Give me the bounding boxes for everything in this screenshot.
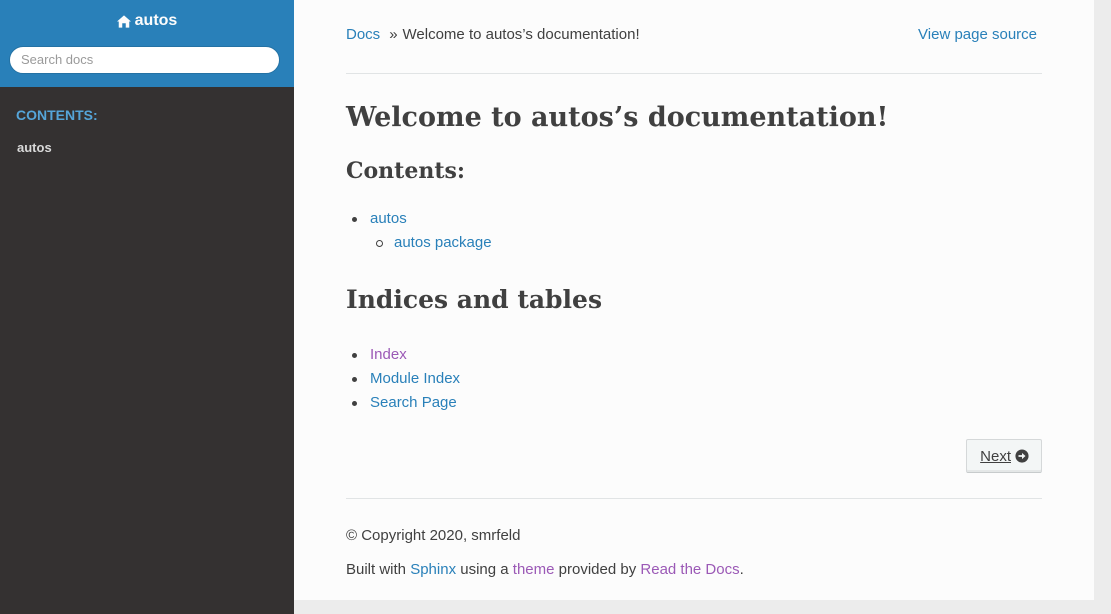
module-index-link[interactable]: Module Index <box>370 370 460 387</box>
breadcrumb-separator: » <box>389 26 398 43</box>
toc-caption: CONTENTS: <box>16 107 98 123</box>
arrow-circle-right-icon <box>1015 449 1029 463</box>
list-item: Module Index <box>346 367 1042 391</box>
next-button[interactable]: Next <box>966 439 1042 473</box>
search-form <box>9 45 280 74</box>
breadcrumb-docs-link[interactable]: Docs <box>346 26 380 43</box>
theme-link[interactable]: theme <box>513 561 555 578</box>
built-with-prefix: Built with <box>346 561 411 578</box>
page-title: Welcome to autos’s documentation! <box>346 102 889 133</box>
built-with-using: using a <box>456 561 513 578</box>
contents-list: autos autos package <box>346 207 1042 255</box>
toc-link-autos-package[interactable]: autos package <box>394 234 492 251</box>
list-item: autos autos package <box>346 207 1042 255</box>
built-with-provided: provided by <box>554 561 641 578</box>
main-content: Docs » Welcome to autos’s documentation!… <box>294 0 1094 600</box>
view-page-source-link[interactable]: View page source <box>918 26 1037 43</box>
copyright: © Copyright 2020, smrfeld <box>346 527 521 544</box>
built-with: Built with Sphinx using a theme provided… <box>346 560 1042 580</box>
next-button-label: Next <box>980 447 1011 465</box>
contents-heading: Contents: <box>346 158 466 184</box>
list-item: Search Page <box>346 391 1042 415</box>
breadcrumb-current: Welcome to autos’s documentation! <box>402 26 640 43</box>
home-icon <box>116 14 131 28</box>
breadcrumb: Docs » Welcome to autos’s documentation!… <box>346 0 1042 74</box>
pager: Next <box>346 439 1042 499</box>
document: Docs » Welcome to autos’s documentation!… <box>346 0 1042 580</box>
project-name: autos <box>134 12 178 29</box>
sidebar-item-autos[interactable]: autos <box>17 139 294 156</box>
toc-link-autos[interactable]: autos <box>370 210 407 227</box>
search-page-link[interactable]: Search Page <box>370 394 457 411</box>
index-link[interactable]: Index <box>370 346 407 363</box>
contents-sublist: autos package <box>370 231 1042 255</box>
sidebar-header: autos <box>0 0 294 87</box>
indices-list: Index Module Index Search Page <box>346 343 1042 415</box>
sphinx-link[interactable]: Sphinx <box>410 561 456 578</box>
project-home-link[interactable]: autos <box>116 11 178 31</box>
search-input[interactable] <box>9 45 280 74</box>
list-item: autos package <box>370 231 1042 255</box>
indices-heading: Indices and tables <box>346 285 603 314</box>
read-the-docs-link[interactable]: Read the Docs <box>640 561 739 578</box>
built-with-end: . <box>739 561 744 578</box>
list-item: Index <box>346 343 1042 367</box>
sidebar: autos CONTENTS: autos <box>0 0 294 614</box>
